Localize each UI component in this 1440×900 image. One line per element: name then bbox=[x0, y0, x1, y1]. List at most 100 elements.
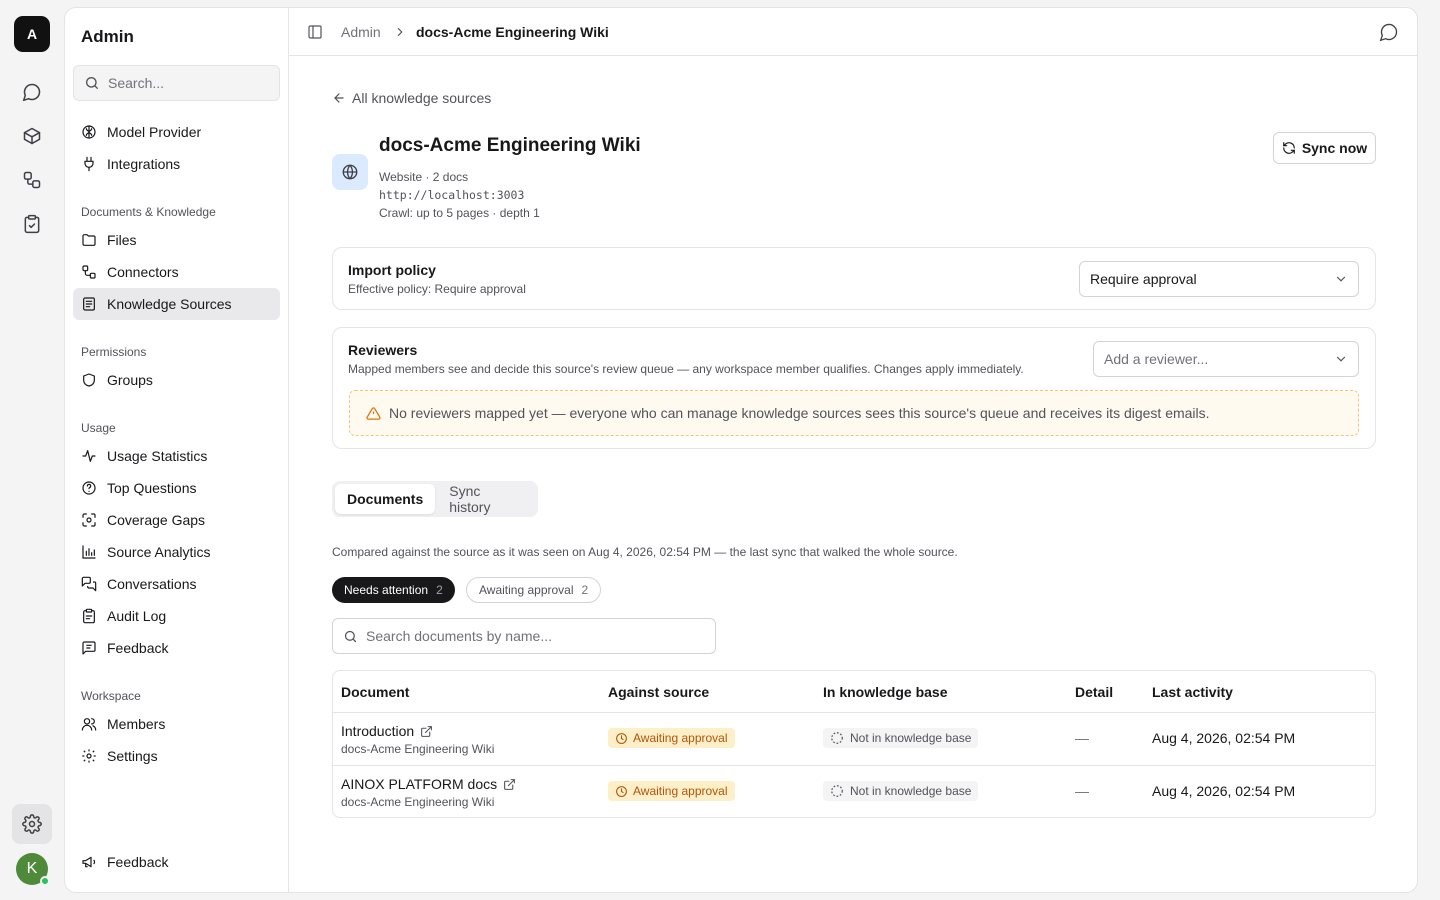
sidebar-item-label: Top Questions bbox=[107, 480, 197, 496]
sidebar-item-label: Integrations bbox=[107, 156, 181, 172]
sidebar-item-settings[interactable]: Settings bbox=[73, 740, 280, 772]
icon-rail: A K bbox=[0, 0, 64, 900]
source-url: http://localhost:3003 bbox=[379, 188, 525, 202]
document-name-link[interactable]: AINOX PLATFORM docs bbox=[341, 776, 516, 792]
filter-label: Awaiting approval bbox=[479, 583, 574, 597]
tab-documents[interactable]: Documents bbox=[335, 484, 436, 514]
sidebar-item-label: Source Analytics bbox=[107, 544, 211, 560]
filter-needs-attention[interactable]: Needs attention 2 bbox=[332, 577, 455, 603]
sidebar-search[interactable] bbox=[73, 65, 280, 101]
sidebar-item-conversations[interactable]: Conversations bbox=[73, 568, 280, 600]
column-header-against-source: Against source bbox=[608, 684, 710, 700]
sidebar-search-input[interactable] bbox=[108, 75, 268, 91]
status-badge-label: Awaiting approval bbox=[633, 784, 728, 798]
import-policy-title: Import policy bbox=[348, 262, 436, 278]
refresh-icon bbox=[1282, 142, 1295, 154]
content-area: Admin docs-Acme Engineering Wiki All kno… bbox=[289, 8, 1417, 892]
external-link-icon[interactable] bbox=[420, 725, 433, 738]
sidebar-item-label: Groups bbox=[107, 372, 153, 388]
sidebar-footer-feedback[interactable]: Feedback bbox=[73, 846, 280, 878]
document-name: Introduction bbox=[341, 723, 415, 739]
no-reviewers-warning: No reviewers mapped yet — everyone who c… bbox=[349, 390, 1359, 436]
chat-bubble-icon[interactable] bbox=[1379, 22, 1399, 42]
sidebar-toggle-icon[interactable] bbox=[307, 24, 323, 40]
sidebar-item-audit-log[interactable]: Audit Log bbox=[73, 600, 280, 632]
online-status-dot bbox=[40, 876, 50, 886]
status-badge-label: Awaiting approval bbox=[633, 731, 728, 745]
import-policy-select[interactable]: Require approval bbox=[1079, 261, 1359, 297]
tasks-nav-button[interactable] bbox=[12, 204, 52, 244]
status-badge-label: Not in knowledge base bbox=[850, 731, 972, 745]
add-reviewer-select[interactable]: Add a reviewer... bbox=[1093, 341, 1359, 377]
user-avatar[interactable]: K bbox=[16, 853, 50, 886]
sidebar-item-label: Feedback bbox=[107, 640, 169, 656]
document-search-input[interactable] bbox=[366, 628, 696, 644]
status-badge-not-in-kb: Not in knowledge base bbox=[823, 781, 979, 801]
chat-nav-button[interactable] bbox=[12, 72, 52, 112]
chevron-right-icon bbox=[397, 27, 403, 37]
gear-icon bbox=[82, 749, 96, 763]
warning-text: No reviewers mapped yet — everyone who c… bbox=[389, 405, 1210, 421]
status-badge-not-in-kb: Not in knowledge base bbox=[823, 728, 979, 748]
sidebar-item-model-provider[interactable]: Model Provider bbox=[73, 116, 280, 148]
sidebar-item-usage-statistics[interactable]: Usage Statistics bbox=[73, 440, 280, 472]
document-search[interactable] bbox=[332, 618, 716, 654]
breadcrumb-admin[interactable]: Admin bbox=[341, 24, 381, 40]
chevron-down-icon bbox=[1336, 276, 1346, 282]
tab-sync-history[interactable]: Sync history bbox=[437, 483, 535, 515]
column-header-knowledge-base: In knowledge base bbox=[823, 684, 948, 700]
detail-cell: — bbox=[1075, 730, 1089, 746]
column-header-last-activity: Last activity bbox=[1152, 684, 1233, 700]
box-nav-button[interactable] bbox=[12, 116, 52, 156]
external-link-icon[interactable] bbox=[503, 778, 516, 791]
back-to-sources-link[interactable]: All knowledge sources bbox=[332, 90, 491, 106]
sidebar-item-label: Settings bbox=[107, 748, 158, 764]
filter-count: 2 bbox=[436, 583, 443, 597]
sidebar-item-label: Conversations bbox=[107, 576, 197, 592]
status-badge-label: Not in knowledge base bbox=[850, 784, 972, 798]
filter-awaiting-approval[interactable]: Awaiting approval 2 bbox=[466, 577, 602, 603]
document-name-link[interactable]: Introduction bbox=[341, 723, 433, 739]
sidebar-item-label: Feedback bbox=[107, 854, 169, 870]
sidebar-item-label: Audit Log bbox=[107, 608, 167, 624]
search-icon bbox=[86, 77, 98, 89]
sidebar-item-coverage-gaps[interactable]: Coverage Gaps bbox=[73, 504, 280, 536]
main-panel: Admin Model Provider Integrations Docume… bbox=[64, 7, 1418, 893]
source-title: docs-Acme Engineering Wiki bbox=[379, 135, 641, 156]
question-icon bbox=[82, 481, 96, 495]
scan-icon bbox=[82, 513, 96, 527]
gear-icon bbox=[22, 814, 42, 834]
clipboard-check-icon bbox=[24, 214, 40, 234]
import-policy-subtitle: Effective policy: Require approval bbox=[348, 282, 526, 296]
source-meta: Website · 2 docs bbox=[379, 170, 469, 184]
sidebar-item-source-analytics[interactable]: Source Analytics bbox=[73, 536, 280, 568]
chat-bubble-icon bbox=[22, 83, 41, 102]
table-row[interactable]: AINOX PLATFORM docs docs-Acme Engineerin… bbox=[333, 765, 1375, 817]
back-link-label: All knowledge sources bbox=[352, 90, 492, 106]
filter-label: Needs attention bbox=[344, 583, 429, 597]
table-row[interactable]: Introduction docs-Acme Engineering Wiki … bbox=[333, 712, 1375, 765]
sidebar-item-files[interactable]: Files bbox=[73, 224, 280, 256]
sidebar-item-label: Model Provider bbox=[107, 124, 202, 140]
dashed-circle-icon bbox=[831, 785, 843, 797]
sidebar-group-label: Permissions bbox=[81, 345, 147, 359]
admin-settings-nav-button[interactable] bbox=[12, 804, 52, 844]
sidebar-item-top-questions[interactable]: Top Questions bbox=[73, 472, 280, 504]
sidebar-item-feedback[interactable]: Feedback bbox=[73, 632, 280, 664]
source-crawl-info: Crawl: up to 5 pages · depth 1 bbox=[379, 206, 540, 220]
sidebar-item-groups[interactable]: Groups bbox=[73, 364, 280, 396]
sidebar-title: Admin bbox=[81, 27, 134, 46]
sync-now-button[interactable]: Sync now bbox=[1273, 132, 1376, 164]
content-tabs: Documents Sync history bbox=[332, 481, 538, 517]
detail-cell: — bbox=[1075, 783, 1089, 799]
sidebar-item-members[interactable]: Members bbox=[73, 708, 280, 740]
reviewers-subtitle: Mapped members see and decide this sourc… bbox=[348, 362, 1024, 376]
source-type-badge bbox=[332, 154, 368, 190]
sidebar-item-connectors[interactable]: Connectors bbox=[73, 256, 280, 288]
workflow-nav-button[interactable] bbox=[12, 160, 52, 200]
arrow-left-icon bbox=[334, 93, 344, 103]
sidebar-item-integrations[interactable]: Integrations bbox=[73, 148, 280, 180]
dashed-circle-icon bbox=[831, 732, 843, 744]
sidebar-item-knowledge-sources[interactable]: Knowledge Sources bbox=[73, 288, 280, 320]
workspace-logo[interactable]: A bbox=[14, 16, 50, 52]
